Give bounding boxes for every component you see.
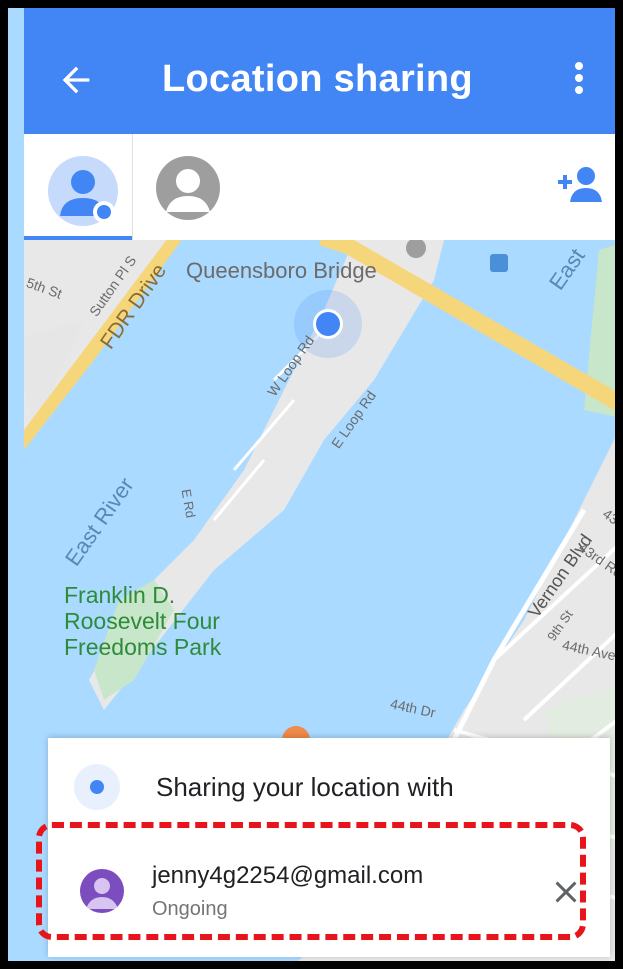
map-label-queensboro-bridge: Queensboro Bridge — [186, 258, 377, 283]
sharing-card: Sharing your location with jenny4g2254@g… — [48, 738, 610, 957]
person-add-icon — [558, 167, 602, 202]
phone-frame: Location sharing Queensboro Bridge FDR D… — [0, 0, 623, 969]
page-title: Location sharing — [162, 58, 473, 100]
add-person-button[interactable] — [556, 164, 604, 204]
back-button[interactable] — [56, 60, 96, 100]
arrow-back-icon — [62, 66, 90, 94]
contact-avatar-icon — [80, 869, 124, 913]
stop-sharing-button[interactable] — [548, 874, 584, 910]
self-avatar-tab[interactable] — [48, 156, 118, 226]
person-avatar-icon — [166, 169, 210, 212]
contact-email: jenny4g2254@gmail.com — [152, 862, 424, 889]
close-icon — [555, 881, 577, 903]
self-avatar-icon — [60, 170, 115, 223]
more-options-button[interactable] — [564, 56, 594, 104]
app-bar: Location sharing — [24, 8, 615, 134]
more-vert-icon — [575, 62, 583, 94]
divider — [132, 134, 133, 240]
location-dot-icon — [74, 764, 120, 810]
sharing-title: Sharing your location with — [156, 772, 454, 802]
map-label-park: Franklin D. Roosevelt Four Freedoms Park — [64, 582, 222, 660]
contact-status: Ongoing — [152, 898, 228, 920]
people-row — [24, 134, 615, 241]
screen: Location sharing Queensboro Bridge FDR D… — [24, 8, 615, 961]
person-avatar-tab[interactable] — [156, 156, 220, 220]
